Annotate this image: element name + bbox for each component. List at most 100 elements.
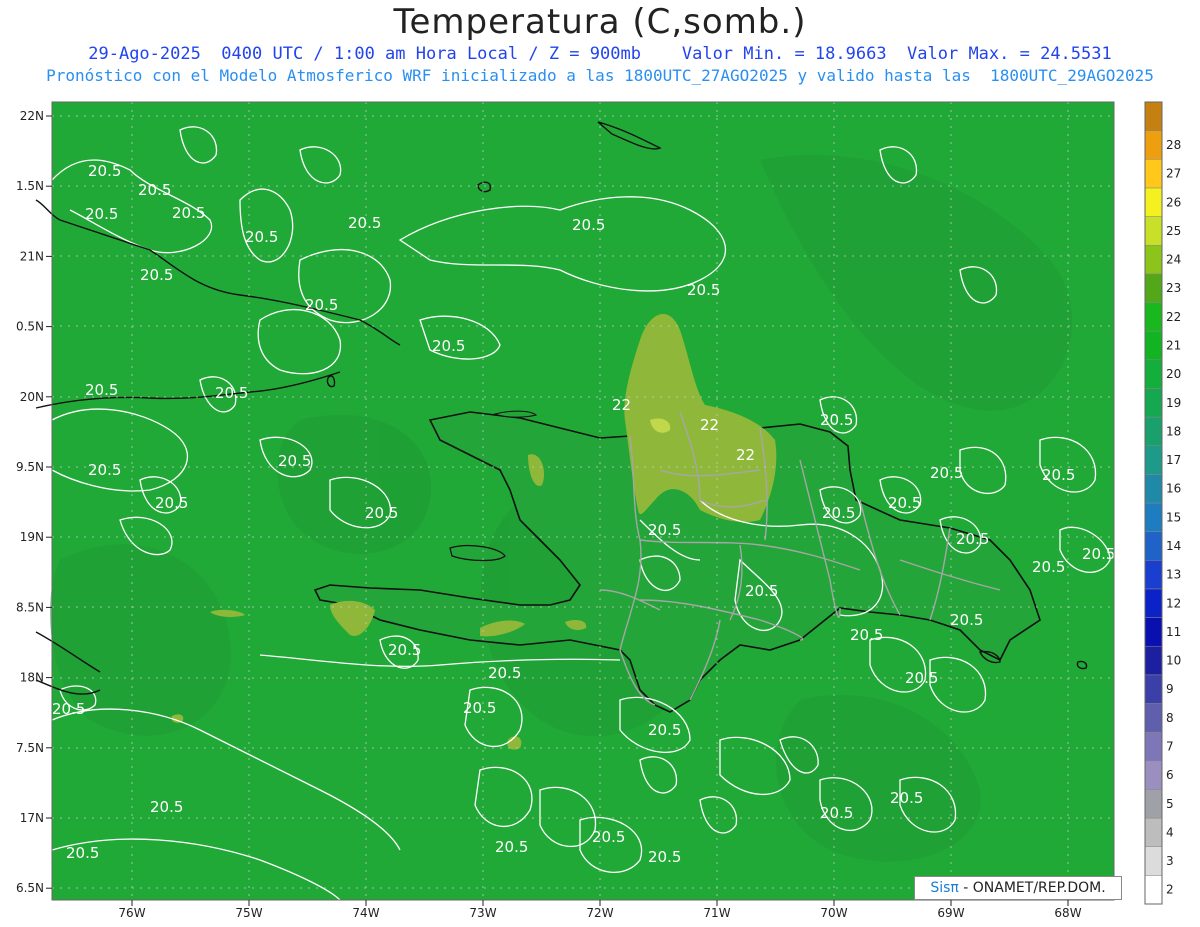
contour-label: 20.5 (905, 669, 938, 687)
lat-tick-label: 1.5N (16, 179, 44, 193)
colorbar-label: 8 (1166, 711, 1174, 725)
temperature-map: 20.520.520.5 20.520.520.520.520.5 20.520.5… (16, 101, 1181, 920)
colorbar-swatch (1144, 101, 1163, 131)
contour-label: 20.5 (305, 296, 338, 314)
colorbar-label: 18 (1166, 424, 1181, 438)
colorbar-label: 6 (1166, 768, 1174, 782)
colorbar-swatch (1144, 846, 1163, 876)
contour-label: 20.5 (365, 504, 398, 522)
contour-label: 20.5 (88, 162, 121, 180)
contour-label: 20.5 (488, 664, 521, 682)
lat-tick-label: 8.5N (16, 600, 44, 614)
contour-label: 20.5 (572, 216, 605, 234)
colorbar-swatch (1144, 760, 1163, 790)
contour-label: 20.5 (745, 582, 778, 600)
contour-label: 20.5 (388, 641, 421, 659)
colorbar-label: 2 (1166, 883, 1174, 897)
colorbar-label: 20 (1166, 367, 1181, 381)
colorbar-swatch (1144, 645, 1163, 676)
contour-label: 20.5 (140, 266, 173, 284)
colorbar-swatch (1144, 416, 1163, 446)
contour-label: 20.5 (648, 721, 681, 739)
colorbar-label: 14 (1166, 539, 1181, 553)
colorbar-swatch (1144, 130, 1163, 160)
colorbar-label: 28 (1166, 138, 1181, 152)
contour-label: 20.5 (1042, 466, 1075, 484)
colorbar-label: 5 (1166, 797, 1174, 811)
longitude-axis: 76W 75W 74W 73W 72W 71W 70W 69W 68W (118, 900, 1082, 920)
colorbar-label: 22 (1166, 310, 1181, 324)
lon-tick-label: 70W (820, 906, 847, 920)
colorbar-label: 11 (1166, 625, 1181, 639)
contour-label: 20.5 (822, 504, 855, 522)
colorbar-label: 3 (1166, 854, 1174, 868)
contour-label: 20.5 (890, 789, 923, 807)
colorbar-swatch (1144, 273, 1163, 303)
lon-tick-label: 68W (1054, 906, 1081, 920)
contour-label: 20.5 (85, 205, 118, 223)
colorbar-label: 23 (1166, 281, 1181, 295)
colorbar-label: 10 (1166, 654, 1181, 668)
colorbar-swatch (1144, 474, 1163, 504)
contour-label: 20.5 (138, 181, 171, 199)
colorbar-swatch (1144, 359, 1163, 389)
contour-label: 20.5 (66, 844, 99, 862)
lon-tick-label: 74W (352, 906, 379, 920)
colorbar-swatch (1144, 244, 1163, 275)
contour-label: 20.5 (950, 611, 983, 629)
contour-label: 20.5 (88, 461, 121, 479)
colorbar: 2345678910111213141516171819202122232425… (1144, 101, 1181, 905)
colorbar-swatch (1144, 731, 1163, 762)
contour-label: 20.5 (1082, 545, 1115, 563)
credit-brand: Sisπ (930, 880, 959, 896)
colorbar-swatch (1144, 216, 1163, 246)
colorbar-swatch (1144, 703, 1163, 733)
colorbar-swatch (1144, 159, 1163, 189)
contour-label: 20.5 (888, 494, 921, 512)
colorbar-label: 24 (1166, 253, 1181, 267)
lon-tick-label: 73W (469, 906, 496, 920)
colorbar-label: 26 (1166, 195, 1181, 209)
colorbar-label: 15 (1166, 510, 1181, 524)
contour-label: 20.5 (215, 384, 248, 402)
colorbar-swatch (1144, 560, 1163, 590)
lat-tick-label: 17N (20, 811, 44, 825)
contour-label: 22 (736, 446, 755, 464)
colorbar-label: 19 (1166, 396, 1181, 410)
colorbar-swatch (1144, 588, 1163, 618)
contour-label: 20.5 (592, 828, 625, 846)
colorbar-label: 13 (1166, 568, 1181, 582)
contour-label: 20.5 (278, 452, 311, 470)
contour-label: 20.5 (687, 281, 720, 299)
colorbar-swatch (1144, 617, 1163, 647)
colorbar-swatch (1144, 817, 1163, 847)
lat-tick-label: 19N (20, 530, 44, 544)
lat-tick-label: 20N (20, 390, 44, 404)
lat-tick-label: 0.5N (16, 320, 44, 334)
contour-label: 20.5 (1032, 558, 1065, 576)
colorbar-swatch (1144, 330, 1163, 361)
colorbar-swatch (1144, 674, 1163, 704)
contour-label: 20.5 (155, 494, 188, 512)
colorbar-label: 9 (1166, 682, 1174, 696)
contour-label: 20.5 (495, 838, 528, 856)
credit-text: - ONAMET/REP.DOM. (958, 880, 1106, 896)
colorbar-label: 12 (1166, 596, 1181, 610)
lat-tick-label: 18N (20, 671, 44, 685)
contour-label: 22 (700, 416, 719, 434)
colorbar-swatch (1144, 388, 1163, 418)
colorbar-label: 25 (1166, 224, 1181, 238)
colorbar-swatch (1144, 531, 1163, 561)
lon-tick-label: 75W (235, 906, 262, 920)
contour-label: 20.5 (432, 337, 465, 355)
colorbar-swatch (1144, 187, 1163, 217)
lon-tick-label: 72W (586, 906, 613, 920)
contour-label: 22 (612, 396, 631, 414)
contour-label: 20.5 (956, 530, 989, 548)
contour-label: 20.5 (648, 521, 681, 539)
lon-tick-label: 76W (118, 906, 145, 920)
contour-label: 20.5 (648, 848, 681, 866)
contour-label: 20.5 (850, 626, 883, 644)
lat-tick-label: 7.5N (16, 741, 44, 755)
contour-label: 20.5 (150, 798, 183, 816)
